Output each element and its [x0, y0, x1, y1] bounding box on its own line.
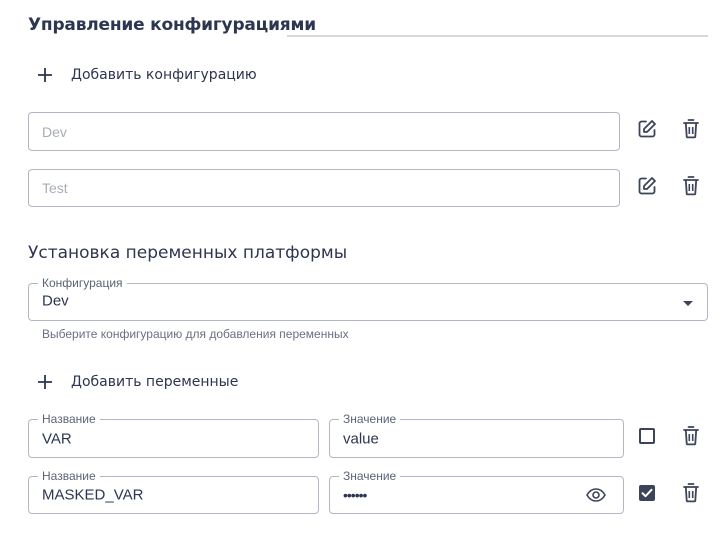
delete-variable-button[interactable]	[679, 481, 703, 505]
trash-icon	[683, 176, 699, 196]
variable-value-label: Значение	[339, 412, 401, 426]
variable-name-value: MASKED_VAR	[42, 486, 144, 504]
toggle-visibility-button[interactable]	[584, 483, 608, 507]
configuration-select-helper: Выберите конфигурацию для добавления пер…	[42, 327, 349, 341]
mask-variable-checkbox[interactable]	[639, 428, 655, 444]
delete-configuration-button[interactable]	[679, 117, 703, 141]
config-section-title: Управление конфигурациями	[28, 15, 316, 35]
edit-configuration-button[interactable]	[635, 117, 659, 141]
delete-variable-button[interactable]	[679, 424, 703, 448]
configuration-name-input[interactable]: Test	[28, 169, 620, 207]
variable-name-label: Название	[38, 469, 100, 483]
add-variables-label: Добавить переменные	[71, 374, 239, 390]
variable-value-masked: ••••••	[343, 487, 367, 503]
edit-icon	[638, 177, 656, 195]
trash-icon	[683, 483, 699, 503]
eye-icon	[586, 488, 606, 502]
delete-configuration-button[interactable]	[679, 174, 703, 198]
trash-icon	[683, 119, 699, 139]
add-configuration-label: Добавить конфигурацию	[71, 67, 257, 83]
variable-value-input[interactable]: Значение ••••••	[329, 469, 624, 514]
variable-value-value: value	[343, 430, 379, 447]
configuration-name-placeholder: Dev	[42, 123, 67, 140]
variable-name-input[interactable]: Название MASKED_VAR	[28, 469, 319, 514]
add-configuration-button[interactable]: Добавить конфигурацию	[37, 61, 257, 89]
title-divider	[287, 35, 708, 37]
variable-value-input[interactable]: Значение value	[329, 412, 624, 458]
variable-value-label: Значение	[339, 469, 401, 483]
add-variables-button[interactable]: Добавить переменные	[37, 368, 238, 396]
variable-name-value: VAR	[42, 430, 72, 447]
variable-name-input[interactable]: Название VAR	[28, 412, 319, 458]
plus-icon	[38, 68, 52, 82]
plus-icon	[38, 375, 52, 389]
configuration-select-value: Dev	[42, 292, 69, 310]
caret-down-icon	[683, 301, 693, 306]
configuration-name-placeholder: Test	[42, 180, 68, 196]
edit-icon	[638, 120, 656, 138]
check-icon	[641, 488, 653, 498]
trash-icon	[683, 426, 699, 446]
variables-section-title: Установка переменных платформы	[28, 243, 348, 263]
configuration-select-label: Конфигурация	[38, 276, 127, 290]
configuration-select[interactable]: Конфигурация Dev	[28, 276, 708, 321]
mask-variable-checkbox[interactable]	[639, 485, 655, 501]
variable-name-label: Название	[38, 412, 100, 426]
edit-configuration-button[interactable]	[635, 174, 659, 198]
configuration-name-input[interactable]: Dev	[28, 112, 620, 151]
